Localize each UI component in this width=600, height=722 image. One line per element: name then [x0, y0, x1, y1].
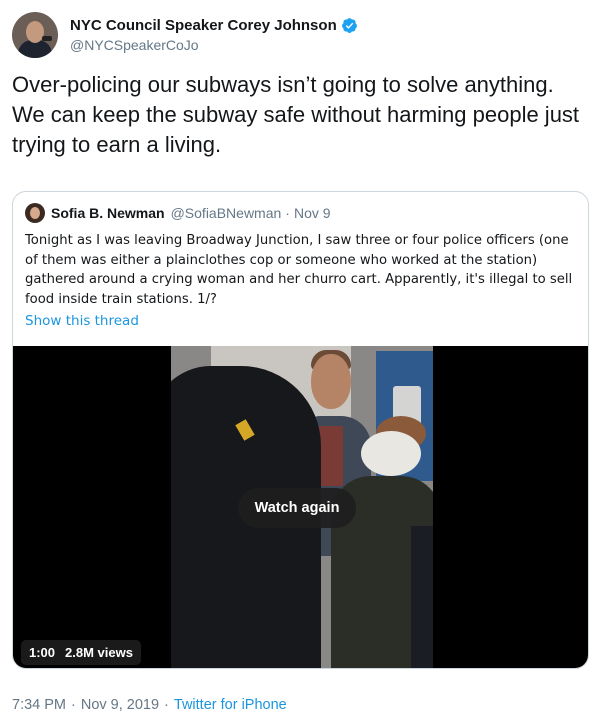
show-thread-link[interactable]: Show this thread — [25, 313, 139, 329]
video-duration: 1:00 — [29, 645, 56, 660]
quoted-author-avatar — [25, 203, 45, 223]
quoted-tweet-date: Nov 9 — [293, 205, 331, 221]
tweet-text: Over-policing our subways isn’t going to… — [12, 72, 580, 157]
author-display-name[interactable]: NYC Council Speaker Corey Johnson — [70, 17, 337, 34]
video-views: 2.8M views — [65, 645, 133, 660]
quoted-author-name: Sofia B. Newman — [51, 205, 165, 221]
video-player[interactable]: Watch again 1:00 2.8M views — [13, 346, 588, 668]
tweet-date[interactable]: Nov 9, 2019 — [81, 697, 159, 713]
author-handle[interactable]: @NYCSpeakerCoJo — [70, 37, 358, 53]
author-names: NYC Council Speaker Corey Johnson @NYCSp… — [70, 17, 358, 53]
separator-dot: · — [164, 697, 169, 713]
watch-again-button[interactable]: Watch again — [238, 488, 356, 528]
tweet-source-link[interactable]: Twitter for iPhone — [174, 697, 287, 713]
quoted-tweet-text: Tonight as I was leaving Broadway Juncti… — [25, 233, 573, 307]
quoted-tweet-header: Sofia B. Newman @SofiaBNewman · Nov 9 — [25, 203, 331, 223]
tweet-time[interactable]: 7:34 PM — [12, 697, 66, 713]
tweet-footer: 7:34 PM · Nov 9, 2019 · Twitter for iPho… — [12, 697, 287, 713]
author-name-row: NYC Council Speaker Corey Johnson — [70, 17, 358, 34]
tweet-header: NYC Council Speaker Corey Johnson @NYCSp… — [12, 10, 358, 60]
verified-badge-icon — [341, 18, 357, 33]
quoted-author-handle: @SofiaBNewman — [170, 205, 282, 221]
author-avatar[interactable] — [12, 12, 58, 58]
video-meta-badge: 1:00 2.8M views — [21, 640, 141, 665]
quoted-tweet-card[interactable]: Sofia B. Newman @SofiaBNewman · Nov 9 To… — [12, 191, 589, 669]
separator-dot: · — [285, 205, 290, 221]
separator-dot: · — [71, 697, 76, 713]
